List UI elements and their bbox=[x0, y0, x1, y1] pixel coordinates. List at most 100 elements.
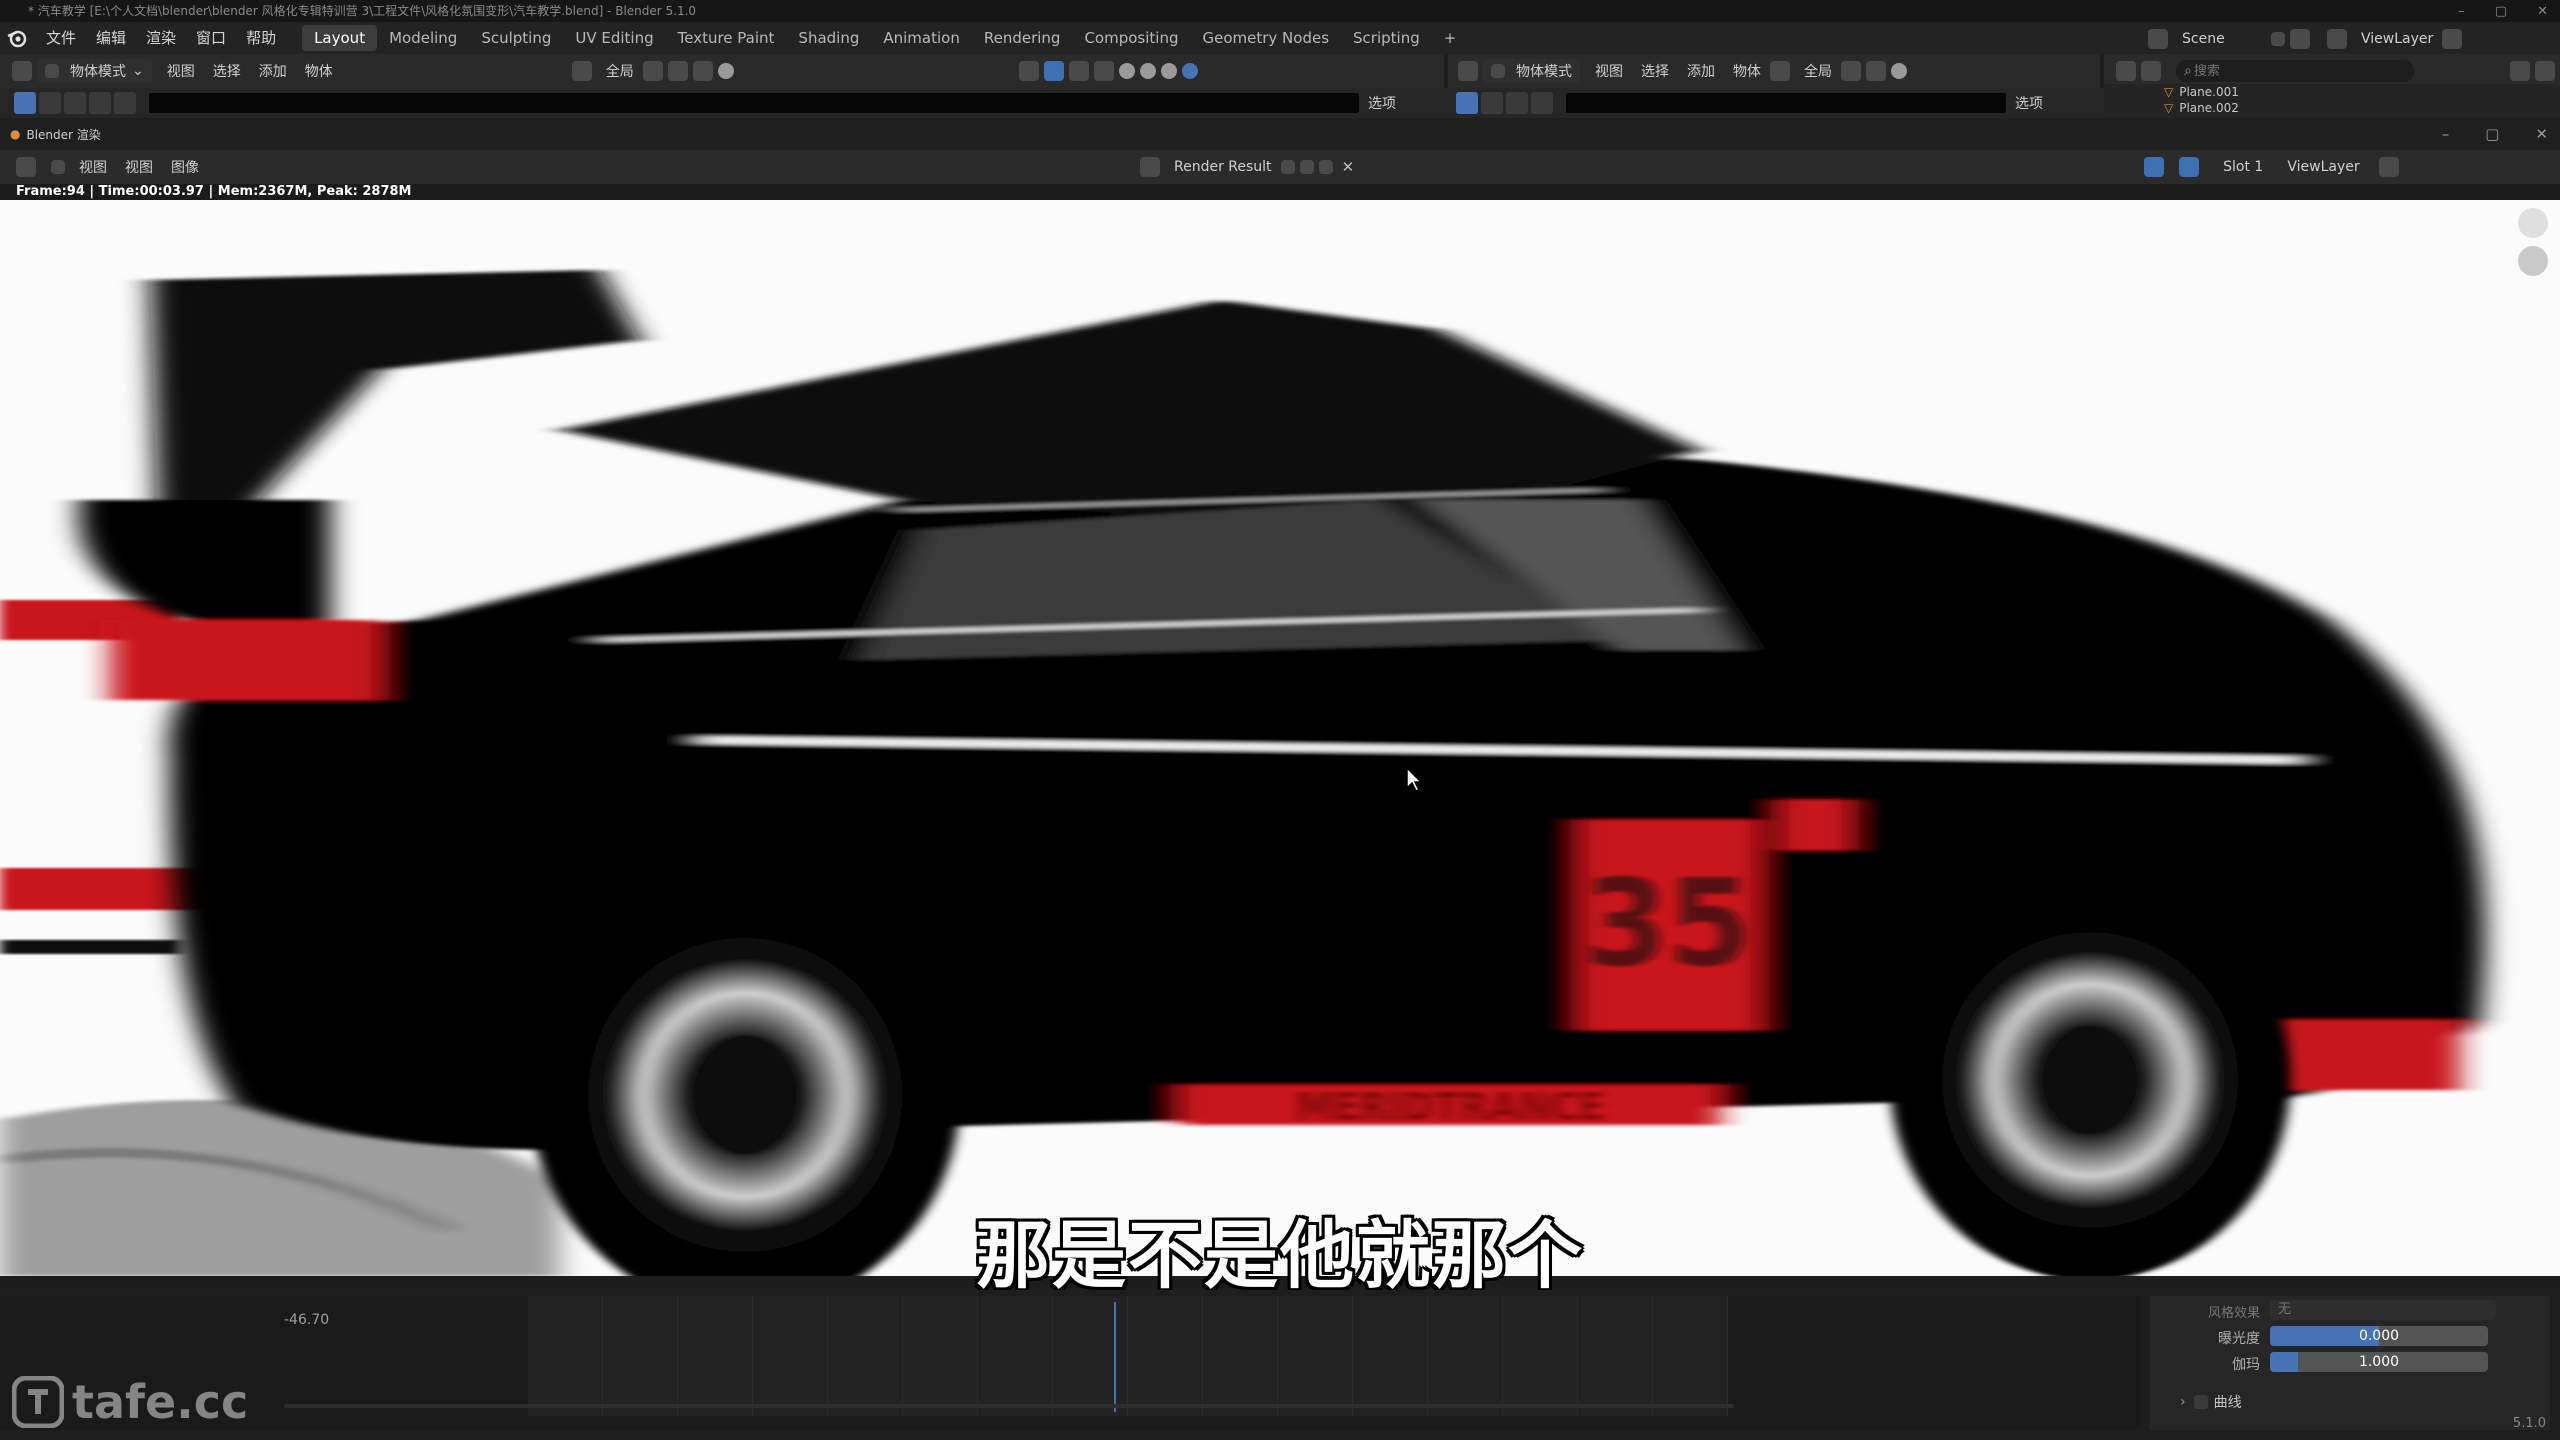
render-pass-icon[interactable] bbox=[2378, 157, 2399, 177]
right-menu-add[interactable]: 添加 bbox=[1678, 61, 1724, 81]
left-options-dropdown[interactable]: 选项 bbox=[1359, 93, 1405, 113]
select-mode-extend-icon[interactable] bbox=[39, 92, 61, 114]
left-menu-select[interactable]: 选择 bbox=[204, 61, 250, 81]
render-result-canvas[interactable]: 35 MERIDTRANCE bbox=[0, 200, 2560, 1276]
select-mode-subtract-icon[interactable] bbox=[64, 92, 86, 114]
maximize-button[interactable]: ▢ bbox=[2495, 4, 2507, 19]
render-maximize-button[interactable]: ▢ bbox=[2485, 125, 2499, 143]
render-close-button[interactable]: ✕ bbox=[2535, 125, 2548, 143]
scene-name[interactable]: Scene bbox=[2173, 31, 2271, 47]
fake-user-icon[interactable] bbox=[1280, 160, 1295, 174]
image-menu-view[interactable]: 视图 bbox=[116, 157, 162, 177]
visibility-icon[interactable] bbox=[1018, 61, 1039, 81]
blender-logo-icon[interactable] bbox=[6, 27, 28, 49]
outliner-display-mode-icon[interactable] bbox=[2141, 61, 2161, 81]
render-result-name[interactable]: Render Result bbox=[1165, 159, 1281, 175]
overlay-icon[interactable] bbox=[1068, 61, 1089, 81]
render-minimize-button[interactable]: – bbox=[2442, 125, 2450, 143]
look-dropdown[interactable]: 无 bbox=[2270, 1300, 2496, 1320]
right-proportional-edit-icon[interactable] bbox=[1891, 63, 1907, 79]
select-box-tool-icon[interactable] bbox=[14, 92, 36, 114]
pin-icon[interactable] bbox=[2271, 32, 2285, 46]
rendered-shading-icon[interactable] bbox=[1181, 63, 1198, 79]
minimize-button[interactable]: – bbox=[2458, 4, 2465, 19]
right-transform-dropdown[interactable]: 全局 bbox=[1795, 61, 1841, 81]
menu-edit[interactable]: 编辑 bbox=[86, 25, 136, 51]
menu-window[interactable]: 窗口 bbox=[186, 25, 236, 51]
tab-geometry-nodes[interactable]: Geometry Nodes bbox=[1190, 25, 1341, 51]
wireframe-shading-icon[interactable] bbox=[1118, 63, 1135, 79]
render-view-layer-dropdown[interactable]: ViewLayer bbox=[2278, 159, 2368, 175]
timeline-scrollbar[interactable] bbox=[284, 1404, 1734, 1408]
slot-dropdown[interactable]: Slot 1 bbox=[2214, 159, 2272, 175]
outliner-editor-type-icon[interactable] bbox=[2116, 61, 2136, 81]
menu-render[interactable]: 渲染 bbox=[136, 25, 186, 51]
open-image-icon[interactable] bbox=[1318, 160, 1333, 174]
outliner-search[interactable]: ⌕ bbox=[2176, 60, 2414, 82]
right-snap-icon[interactable] bbox=[1866, 61, 1886, 81]
image-gizmo-icon[interactable] bbox=[2144, 157, 2165, 177]
tab-layout[interactable]: Layout bbox=[302, 25, 378, 51]
tab-modeling[interactable]: Modeling bbox=[377, 25, 469, 51]
tab-texture-paint[interactable]: Texture Paint bbox=[666, 25, 787, 51]
left-menu-add[interactable]: 添加 bbox=[250, 61, 296, 81]
right-menu-select[interactable]: 选择 bbox=[1632, 61, 1678, 81]
curves-checkbox[interactable] bbox=[2193, 1395, 2208, 1409]
solid-shading-icon[interactable] bbox=[1139, 63, 1156, 79]
right-editor-type-icon[interactable] bbox=[1458, 61, 1478, 81]
material-shading-icon[interactable] bbox=[1160, 63, 1177, 79]
view-layer-name[interactable]: ViewLayer bbox=[2352, 31, 2442, 47]
pan-hand-icon[interactable] bbox=[2518, 246, 2548, 276]
tab-shading[interactable]: Shading bbox=[786, 25, 871, 51]
proportional-edit-icon[interactable] bbox=[717, 63, 734, 79]
image-overlay-icon[interactable] bbox=[2179, 157, 2200, 177]
right-select-intersect-icon[interactable] bbox=[1531, 92, 1553, 114]
timeline-frames[interactable] bbox=[528, 1296, 1728, 1416]
snap-icon[interactable] bbox=[667, 61, 688, 81]
left-menu-view[interactable]: 视图 bbox=[158, 61, 204, 81]
filter-icon[interactable] bbox=[2510, 61, 2530, 81]
tab-animation[interactable]: Animation bbox=[871, 25, 971, 51]
left-transform-dropdown[interactable]: 全局 bbox=[597, 61, 643, 81]
image-browse-icon[interactable] bbox=[1140, 157, 1160, 177]
right-pivot-icon[interactable] bbox=[1841, 61, 1861, 81]
duplicate-image-icon[interactable] bbox=[1299, 160, 1314, 174]
new-view-layer-icon[interactable] bbox=[2442, 29, 2463, 49]
right-select-extend-icon[interactable] bbox=[1481, 92, 1503, 114]
right-options-dropdown[interactable]: 选项 bbox=[2006, 93, 2052, 113]
pivot-icon[interactable] bbox=[642, 61, 663, 81]
tab-compositing[interactable]: Compositing bbox=[1072, 25, 1190, 51]
tab-scripting[interactable]: Scripting bbox=[1341, 25, 1432, 51]
left-mode-dropdown[interactable]: 物体模式 ⌄ bbox=[37, 59, 152, 83]
add-workspace-button[interactable]: + bbox=[1432, 25, 1469, 51]
tab-sculpting[interactable]: Sculpting bbox=[469, 25, 563, 51]
unlink-image-icon[interactable]: ✕ bbox=[1342, 158, 1355, 176]
right-menu-object[interactable]: 物体 bbox=[1724, 61, 1770, 81]
gizmo-icon[interactable] bbox=[1043, 61, 1064, 81]
right-mode-dropdown[interactable]: 物体模式 bbox=[1483, 59, 1580, 83]
image-menu-view-mode[interactable]: 视图 bbox=[70, 157, 116, 177]
timeline-area[interactable]: -46.70 bbox=[0, 1296, 2140, 1430]
editor-type-icon[interactable] bbox=[12, 61, 32, 81]
image-mode-icon[interactable] bbox=[51, 160, 65, 174]
curves-panel-toggle[interactable]: › 曲线 bbox=[2180, 1392, 2242, 1412]
tab-uv-editing[interactable]: UV Editing bbox=[563, 25, 665, 51]
right-select-box-tool-icon[interactable] bbox=[1456, 92, 1478, 114]
list-item[interactable]: ▽ Plane.001 bbox=[2104, 84, 2560, 100]
image-menu-image[interactable]: 图像 bbox=[162, 157, 208, 177]
tab-rendering[interactable]: Rendering bbox=[972, 25, 1073, 51]
menu-help[interactable]: 帮助 bbox=[236, 25, 286, 51]
select-mode-invert-icon[interactable] bbox=[114, 92, 136, 114]
new-collection-icon[interactable] bbox=[2535, 61, 2555, 81]
menu-file[interactable]: 文件 bbox=[36, 25, 86, 51]
select-mode-intersect-icon[interactable] bbox=[89, 92, 111, 114]
zoom-icon[interactable] bbox=[2518, 208, 2548, 238]
list-item[interactable]: ▽ Plane.002 bbox=[2104, 100, 2560, 116]
image-editor-type-icon[interactable] bbox=[16, 157, 36, 177]
right-menu-view[interactable]: 视图 bbox=[1586, 61, 1632, 81]
xray-icon[interactable] bbox=[1093, 61, 1114, 81]
exposure-slider[interactable]: 0.000 bbox=[2270, 1326, 2488, 1346]
right-select-subtract-icon[interactable] bbox=[1506, 92, 1528, 114]
outliner-search-input[interactable] bbox=[2191, 62, 2376, 80]
gamma-slider[interactable]: 1.000 bbox=[2270, 1352, 2488, 1372]
